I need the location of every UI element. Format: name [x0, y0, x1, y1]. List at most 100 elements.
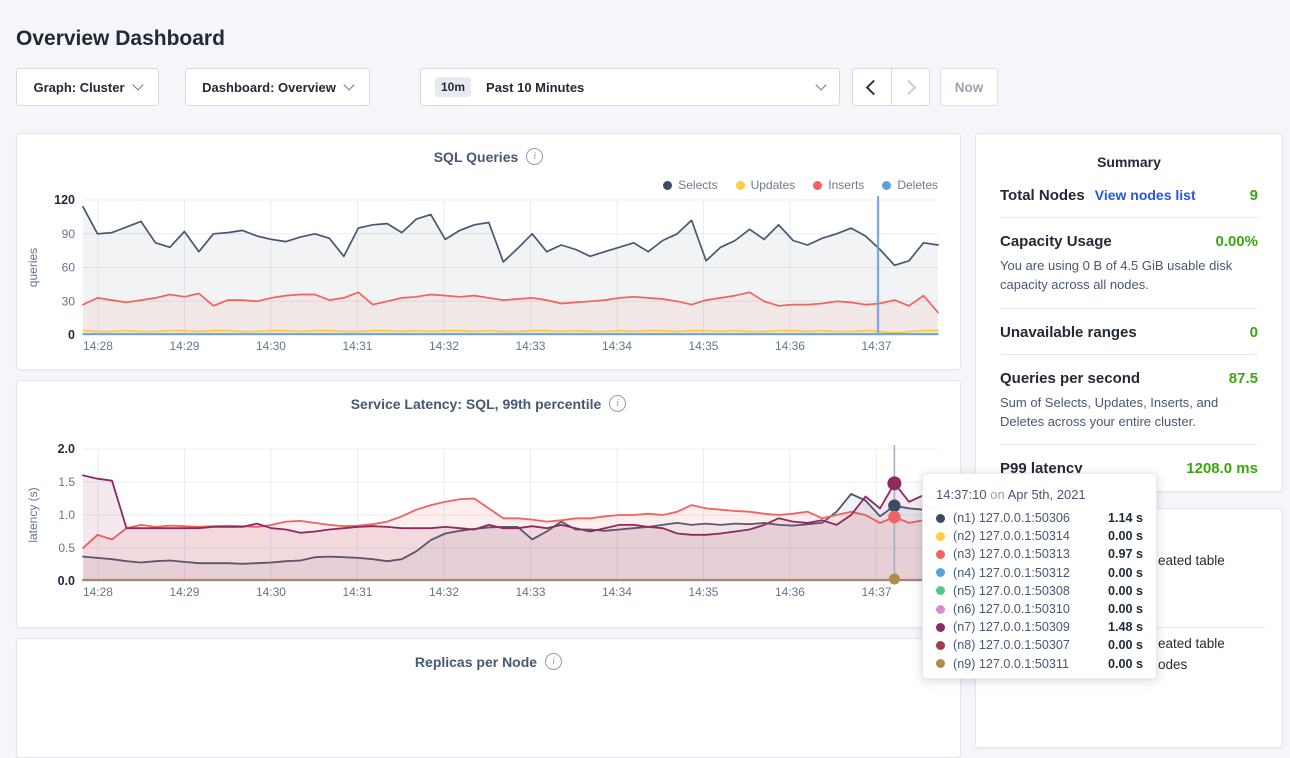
svg-text:14:36: 14:36 [775, 585, 805, 599]
tooltip-node-row: (n6) 127.0.0.1:50310 0.00 s [936, 600, 1143, 618]
svg-text:14:32: 14:32 [429, 339, 459, 353]
svg-text:14:35: 14:35 [688, 339, 718, 353]
graph-selector-dropdown[interactable]: Graph: Cluster [16, 68, 159, 106]
summary-row: Total Nodes View nodes list 9 [1000, 172, 1258, 218]
legend-dot-icon [813, 181, 822, 190]
svg-text:2.0: 2.0 [58, 442, 75, 456]
svg-text:14:36: 14:36 [775, 339, 805, 353]
legend-item[interactable]: Deletes [882, 178, 938, 192]
summary-row-label: Capacity Usage [1000, 233, 1112, 250]
svg-text:14:37: 14:37 [861, 339, 891, 353]
tooltip-time: 14:37:10 [936, 487, 987, 502]
previous-time-button[interactable] [853, 69, 891, 105]
tooltip-node-row: (n1) 127.0.0.1:50306 1.14 s [936, 509, 1143, 527]
tooltip-node-row: (n2) 127.0.0.1:50314 0.00 s [936, 527, 1143, 545]
time-range-badge: 10m [435, 77, 471, 97]
info-icon[interactable]: i [545, 653, 562, 670]
sql-queries-card: SQL Queries i Selects Updates Inserts De… [16, 133, 961, 370]
replicas-per-node-card: Replicas per Node i [16, 638, 961, 758]
summary-panel: Summary Total Nodes View nodes list 9 Ca… [975, 133, 1283, 492]
time-range-label: Past 10 Minutes [486, 80, 808, 95]
summary-row-label: Total Nodes [1000, 187, 1085, 204]
tooltip-node-row: (n8) 127.0.0.1:50307 0.00 s [936, 636, 1143, 654]
node-address: (n5) 127.0.0.1:50308 [953, 584, 1070, 598]
legend-item[interactable]: Selects [663, 178, 717, 192]
legend-item[interactable]: Updates [736, 178, 796, 192]
node-latency-value: 0.00 s [1108, 566, 1143, 580]
svg-text:latency (s): latency (s) [26, 487, 40, 542]
graph-selector-label: Graph: Cluster [33, 80, 124, 95]
node-color-dot-icon [936, 623, 945, 632]
overview-dashboard-page: { "page_title": "Overview Dashboard", "c… [0, 0, 1290, 689]
summary-row-value: 9 [1250, 187, 1258, 204]
svg-text:0.5: 0.5 [58, 541, 75, 555]
svg-text:0.0: 0.0 [58, 574, 75, 588]
sql-queries-chart[interactable]: 030609012014:2814:2914:3014:3114:3214:33… [17, 192, 961, 370]
summary-row: Unavailable ranges 0 [1000, 309, 1258, 355]
dashboard-selector-label: Dashboard: Overview [202, 80, 336, 95]
summary-row-description: Sum of Selects, Updates, Inserts, and De… [1000, 394, 1258, 432]
node-latency-value: 1.14 s [1108, 511, 1143, 525]
legend-label: Updates [751, 178, 796, 192]
dashboard-selector-dropdown[interactable]: Dashboard: Overview [185, 68, 370, 106]
node-latency-value: 0.00 s [1108, 602, 1143, 616]
node-latency-value: 1.48 s [1108, 620, 1143, 634]
chevron-down-icon [815, 79, 826, 90]
svg-text:1.0: 1.0 [58, 508, 75, 522]
svg-text:60: 60 [62, 261, 76, 275]
legend-label: Deletes [897, 178, 938, 192]
tooltip-timestamp: 14:37:10 on Apr 5th, 2021 [936, 487, 1143, 502]
info-icon[interactable]: i [526, 148, 543, 165]
replicas-per-node-chart-title: Replicas per Node [415, 654, 537, 670]
sql-queries-chart-title: SQL Queries [434, 149, 519, 165]
svg-text:14:28: 14:28 [83, 585, 113, 599]
legend-dot-icon [882, 181, 891, 190]
summary-row-value: 0.00% [1215, 233, 1258, 250]
event-text-fragment: eated table [1158, 636, 1225, 651]
service-latency-chart-title: Service Latency: SQL, 99th percentile [351, 396, 602, 412]
event-text-fragment: eated table [1158, 553, 1225, 568]
info-icon[interactable]: i [609, 395, 626, 412]
node-color-dot-icon [936, 514, 945, 523]
node-address: (n1) 127.0.0.1:50306 [953, 511, 1070, 525]
view-nodes-list-link[interactable]: View nodes list [1095, 187, 1196, 203]
svg-text:120: 120 [54, 193, 75, 207]
summary-row-label: Queries per second [1000, 370, 1140, 387]
now-button[interactable]: Now [940, 68, 998, 106]
chevron-down-icon [343, 79, 354, 90]
node-color-dot-icon [936, 532, 945, 541]
svg-text:14:34: 14:34 [602, 339, 632, 353]
service-latency-chart[interactable]: 0.00.51.01.52.014:2814:2914:3014:3114:32… [17, 441, 961, 628]
summary-row-description: You are using 0 B of 4.5 GiB usable disk… [1000, 257, 1258, 295]
node-address: (n3) 127.0.0.1:50313 [953, 547, 1070, 561]
svg-text:30: 30 [62, 294, 76, 308]
node-address: (n4) 127.0.0.1:50312 [953, 566, 1070, 580]
sql-queries-legend: Selects Updates Inserts Deletes [663, 178, 938, 192]
svg-text:90: 90 [62, 227, 76, 241]
chevron-down-icon [132, 79, 143, 90]
node-color-dot-icon [936, 586, 945, 595]
node-latency-value: 0.97 s [1108, 547, 1143, 561]
summary-row-value: 1208.0 ms [1186, 460, 1258, 477]
legend-item[interactable]: Inserts [813, 178, 864, 192]
page-title: Overview Dashboard [16, 27, 225, 51]
node-address: (n2) 127.0.0.1:50314 [953, 529, 1070, 543]
summary-row: Capacity Usage 0.00% You are using 0 B o… [1000, 218, 1258, 309]
next-time-button[interactable] [891, 69, 930, 105]
summary-panel-title: Summary [976, 154, 1282, 170]
time-step-buttons [852, 68, 930, 106]
tooltip-node-row: (n3) 127.0.0.1:50313 0.97 s [936, 545, 1143, 563]
summary-row-label: Unavailable ranges [1000, 324, 1137, 341]
service-latency-card: Service Latency: SQL, 99th percentile i … [16, 380, 961, 628]
time-range-dropdown[interactable]: 10m Past 10 Minutes [420, 68, 840, 106]
svg-text:14:32: 14:32 [429, 585, 459, 599]
node-latency-value: 0.00 s [1108, 638, 1143, 652]
summary-row: Queries per second 87.5 Sum of Selects, … [1000, 355, 1258, 446]
summary-rows: Total Nodes View nodes list 9 Capacity U… [976, 172, 1282, 490]
svg-text:14:33: 14:33 [515, 339, 545, 353]
svg-text:14:31: 14:31 [342, 585, 372, 599]
svg-text:14:29: 14:29 [169, 339, 199, 353]
node-color-dot-icon [936, 659, 945, 668]
legend-dot-icon [736, 181, 745, 190]
node-address: (n7) 127.0.0.1:50309 [953, 620, 1070, 634]
